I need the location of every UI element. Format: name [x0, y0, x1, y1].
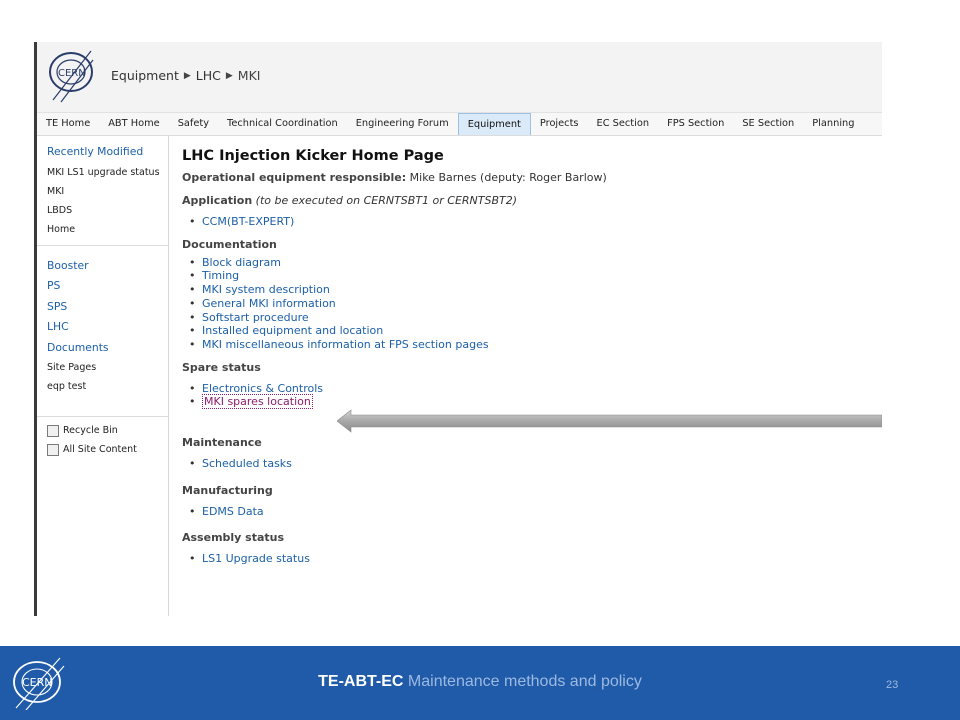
sidebar-item-lhc[interactable]: LHC	[47, 317, 168, 338]
manufacturing-links: EDMS Data	[182, 505, 872, 519]
link-block-diagram[interactable]: Block diagram	[189, 256, 872, 270]
tab-safety[interactable]: Safety	[169, 113, 218, 135]
sidebar-item-eqp-test[interactable]: eqp test	[47, 377, 168, 396]
cern-logo[interactable]: CERN	[47, 48, 99, 104]
link-mki-spares-location[interactable]: MKI spares location	[189, 394, 872, 410]
assembly-links: LS1 Upgrade status	[182, 552, 872, 566]
recycle-bin-link[interactable]: Recycle Bin	[47, 421, 168, 440]
recycle-bin-label: Recycle Bin	[63, 425, 118, 436]
sharepoint-screenshot: CERN Equipment ▶ LHC ▶ MKI TE Home ABT H…	[34, 42, 882, 616]
link-edms-data[interactable]: EDMS Data	[189, 505, 872, 519]
sidebar-item-mki[interactable]: MKI	[47, 182, 168, 201]
link-softstart-procedure[interactable]: Softstart procedure	[189, 311, 872, 325]
documentation-links: Block diagram Timing MKI system descript…	[182, 256, 872, 352]
maintenance-heading: Maintenance	[182, 436, 262, 450]
tab-fps-section[interactable]: FPS Section	[658, 113, 733, 135]
svg-text:CERN: CERN	[58, 68, 86, 79]
site-header: CERN Equipment ▶ LHC ▶ MKI	[37, 42, 882, 113]
recently-modified-group: Recently Modified MKI LS1 upgrade status…	[37, 136, 168, 246]
tab-ec-section[interactable]: EC Section	[588, 113, 659, 135]
page-number: 23	[886, 679, 899, 691]
link-scheduled-tasks[interactable]: Scheduled tasks	[189, 457, 872, 471]
link-mki-system-description[interactable]: MKI system description	[189, 283, 872, 297]
tab-se-section[interactable]: SE Section	[733, 113, 803, 135]
breadcrumb-equipment[interactable]: Equipment	[111, 68, 179, 83]
recycle-bin-icon	[47, 424, 59, 437]
responsible-value: Mike Barnes (deputy: Roger Barlow)	[409, 171, 607, 184]
sidebar-item-documents[interactable]: Documents	[47, 338, 168, 359]
assembly-status-heading: Assembly status	[182, 531, 285, 545]
link-ccm[interactable]: CCM(BT-EXPERT)	[189, 215, 872, 229]
link-general-mki-information[interactable]: General MKI information	[189, 297, 872, 311]
breadcrumb-lhc[interactable]: LHC	[196, 68, 221, 83]
tab-abt-home[interactable]: ABT Home	[99, 113, 168, 135]
breadcrumb: Equipment ▶ LHC ▶ MKI	[111, 68, 260, 83]
mki-spares-location-label: MKI spares location	[202, 394, 313, 410]
sidebar-item-home[interactable]: Home	[47, 220, 168, 239]
slide-footer: CERN TE-ABT-EC Maintenance methods and p…	[0, 646, 960, 720]
main-content: LHC Injection Kicker Home Page Operation…	[182, 148, 872, 566]
application-links: CCM(BT-EXPERT)	[182, 215, 872, 229]
breadcrumb-arrow-icon: ▶	[183, 70, 191, 81]
footer-group: TE-ABT-EC	[318, 673, 404, 690]
site-content-icon	[47, 443, 59, 456]
link-ls1-upgrade-status[interactable]: LS1 Upgrade status	[189, 552, 872, 566]
tab-technical-coordination[interactable]: Technical Coordination	[218, 113, 347, 135]
sidebar-item-mki-ls1[interactable]: MKI LS1 upgrade status	[47, 163, 168, 182]
sidebar-item-booster[interactable]: Booster	[47, 256, 168, 277]
link-electronics-controls[interactable]: Electronics & Controls	[189, 382, 872, 396]
tab-engineering-forum[interactable]: Engineering Forum	[347, 113, 458, 135]
breadcrumb-arrow-icon: ▶	[225, 70, 233, 81]
page-title: LHC Injection Kicker Home Page	[182, 148, 444, 164]
responsible-row: Operational equipment responsible: Mike …	[182, 170, 872, 186]
documentation-heading: Documentation	[182, 237, 277, 251]
breadcrumb-mki: MKI	[237, 68, 261, 83]
pointer-arrow-icon	[337, 409, 882, 433]
responsible-label: Operational equipment responsible:	[182, 171, 407, 184]
tab-te-home[interactable]: TE Home	[37, 113, 99, 135]
sidebar-item-site-pages[interactable]: Site Pages	[47, 358, 168, 377]
all-site-content-link[interactable]: All Site Content	[47, 440, 168, 459]
application-label: Application	[182, 194, 253, 207]
link-installed-equipment[interactable]: Installed equipment and location	[189, 324, 872, 338]
application-row: Application (to be executed on CERNTSBT1…	[182, 193, 872, 209]
top-navigation: TE Home ABT Home Safety Technical Coordi…	[37, 113, 882, 136]
manufacturing-heading: Manufacturing	[182, 483, 273, 497]
sidebar-item-ps[interactable]: PS	[47, 276, 168, 297]
tab-projects[interactable]: Projects	[531, 113, 588, 135]
site-actions-group: Recycle Bin All Site Content	[37, 417, 168, 459]
link-timing[interactable]: Timing	[189, 269, 872, 283]
tab-planning[interactable]: Planning	[803, 113, 863, 135]
footer-title: TE-ABT-EC Maintenance methods and policy	[0, 673, 960, 691]
recently-modified-heading[interactable]: Recently Modified	[47, 142, 168, 163]
spare-status-heading: Spare status	[182, 360, 261, 374]
link-mki-misc-info[interactable]: MKI miscellaneous information at FPS sec…	[189, 338, 872, 352]
spare-links: Electronics & Controls MKI spares locati…	[182, 382, 872, 410]
footer-subtitle: Maintenance methods and policy	[407, 673, 642, 690]
quick-launch-sidebar: Recently Modified MKI LS1 upgrade status…	[37, 136, 169, 616]
all-site-content-label: All Site Content	[63, 444, 137, 455]
site-nav-group: Booster PS SPS LHC Documents Site Pages …	[37, 246, 168, 417]
maintenance-links: Scheduled tasks	[182, 457, 872, 471]
sidebar-item-lbds[interactable]: LBDS	[47, 201, 168, 220]
application-note: (to be executed on CERNTSBT1 or CERNTSBT…	[255, 194, 518, 207]
sidebar-item-sps[interactable]: SPS	[47, 297, 168, 318]
tab-equipment[interactable]: Equipment	[457, 113, 531, 135]
